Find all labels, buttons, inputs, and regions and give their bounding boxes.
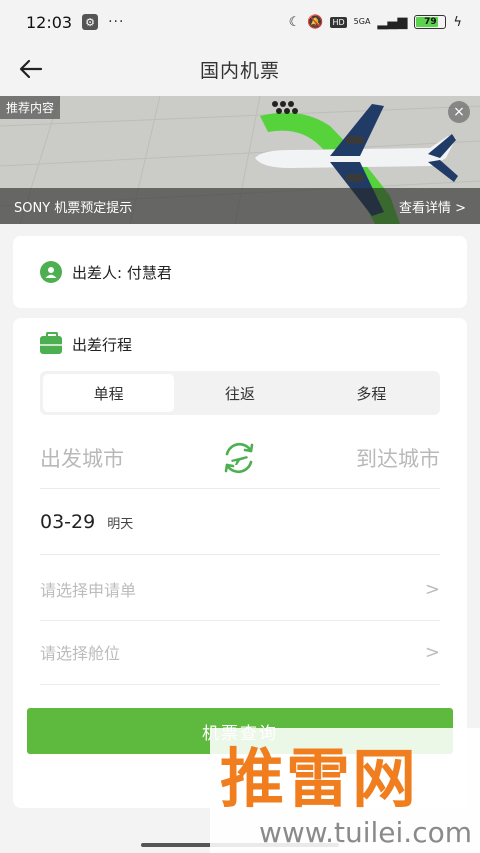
signal-icon: ▂▄▆ — [377, 14, 408, 30]
moon-icon: ☾ — [288, 14, 301, 30]
cabin-selector[interactable]: 请选择舱位 > — [40, 632, 440, 672]
date-selector[interactable]: 03-29 明天 — [40, 511, 133, 533]
page-title: 国内机票 — [199, 59, 280, 82]
charging-icon: ϟ — [453, 14, 462, 30]
divider — [40, 684, 440, 685]
chevron-right-icon: > — [424, 641, 440, 663]
arrival-city[interactable]: 到达城市 — [356, 443, 440, 473]
watermark-text: 推雷网 — [220, 743, 418, 817]
date-note: 明天 — [107, 517, 134, 532]
chevron-right-icon: > — [424, 578, 440, 600]
divider — [40, 620, 440, 621]
network-label: 5GA — [353, 17, 371, 26]
trip-title: 出差行程 — [72, 336, 133, 354]
recommended-tag: 推荐内容 — [0, 96, 61, 119]
mute-icon: 🔕 — [307, 14, 324, 30]
application-selector[interactable]: 请选择申请单 > — [40, 569, 440, 609]
battery-level: 79 — [424, 17, 437, 27]
tab-multi-city[interactable]: 多程 — [306, 374, 437, 412]
divider — [40, 554, 440, 555]
departure-city[interactable]: 出发城市 — [40, 443, 124, 473]
more-notifications-icon: ··· — [108, 14, 125, 30]
banner-footer: SONY 机票预定提示 查看详情 > — [0, 188, 480, 224]
nav-bar: 国内机票 — [0, 44, 480, 94]
banner-close-icon[interactable]: × — [448, 101, 470, 123]
watermark-url: www.tuilei.com — [258, 816, 472, 849]
trip-header: 出差行程 — [40, 331, 133, 355]
tab-one-way[interactable]: 单程 — [43, 374, 175, 412]
swap-cities-icon[interactable] — [220, 439, 258, 477]
application-placeholder: 请选择申请单 — [40, 581, 137, 600]
watermark: 推雷网 www.tuilei.com — [210, 728, 480, 853]
person-glyph-icon — [45, 267, 57, 278]
tab-round-trip[interactable]: 往返 — [174, 374, 305, 412]
battery-icon: 79 — [414, 15, 447, 29]
person-icon — [40, 261, 62, 283]
trip-type-tabs: 单程 往返 多程 — [40, 371, 440, 415]
divider — [40, 488, 440, 489]
status-bar: 12:03 ⚙ ··· ☾ 🔕 HD 5GA ▂▄▆ 79 ϟ — [0, 0, 480, 44]
back-arrow-icon — [19, 59, 43, 79]
status-time: 12:03 — [26, 12, 73, 32]
wrench-icon: ⚙ — [82, 14, 99, 30]
briefcase-icon — [40, 331, 62, 354]
back-button[interactable] — [14, 52, 48, 86]
banner-caption: SONY 机票预定提示 — [14, 200, 133, 216]
traveler-card[interactable]: 出差人: 付慧君 — [13, 236, 467, 308]
banner-details-link[interactable]: 查看详情 > — [399, 197, 466, 216]
city-selector: 出发城市 到达城市 — [40, 426, 440, 490]
cabin-placeholder: 请选择舱位 — [40, 644, 121, 663]
departure-date: 03-29 — [40, 511, 96, 533]
hd-badge: HD — [330, 16, 347, 28]
traveler-name: 出差人: 付慧君 — [72, 263, 172, 282]
promo-banner[interactable]: 推荐内容 × SONY 机票预定提示 查看详情 > — [0, 96, 480, 224]
